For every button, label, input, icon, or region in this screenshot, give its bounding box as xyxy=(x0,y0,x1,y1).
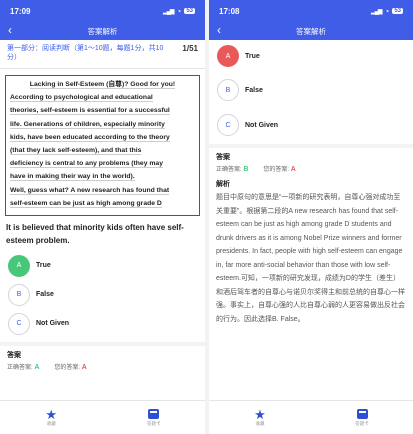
option-c[interactable]: C Not Given xyxy=(209,108,413,142)
passage-line: kids, have been educated according to th… xyxy=(10,133,170,142)
option-c[interactable]: C Not Given xyxy=(0,309,205,338)
reading-passage: Lacking in Self-Esteem (自尊)? Good for yo… xyxy=(5,75,200,216)
option-letter: A xyxy=(217,45,239,67)
page-title: 答案解析 xyxy=(87,26,118,36)
bottom-tab-bar: ★ 收藏 答题卡 xyxy=(0,400,205,434)
calculator-icon xyxy=(148,408,160,419)
question-counter: 1/51 xyxy=(182,44,198,53)
section-label: 第一部分：阅读判断（第1～10题，每题1分，共10分） xyxy=(7,45,164,61)
question-text: It is believed that minority kids often … xyxy=(6,223,184,245)
signal-icon: ▂▄▆ xyxy=(162,8,175,15)
tab-answer-card[interactable]: 答题卡 xyxy=(311,401,413,434)
option-text: Not Given xyxy=(36,320,70,327)
answer-row: 正确答案: B 您的答案: A xyxy=(216,166,296,173)
answer-block: 答案 正确答案: A 您的答案: A xyxy=(0,346,205,375)
left-screen: 17:09 ▂▄▆ ◔ 53 ‹ 答案解析 第一部分：阅读判断（第1～10题，每… xyxy=(0,0,205,434)
option-text: Not Given xyxy=(245,121,279,129)
option-text: False xyxy=(36,291,54,298)
correct-answer: A xyxy=(34,364,40,371)
tab-favorite[interactable]: ★ 收藏 xyxy=(209,401,311,434)
passage-line: have in making their way in the world). xyxy=(10,173,135,182)
option-a[interactable]: A True xyxy=(209,40,413,72)
option-b[interactable]: B False xyxy=(209,72,413,108)
answer-title: 答案 xyxy=(216,154,230,161)
back-icon[interactable]: ‹ xyxy=(217,23,221,37)
signal-icon: ▂▄▆ xyxy=(370,8,383,15)
option-letter: C xyxy=(217,114,239,136)
battery-icon: 53 xyxy=(392,8,403,14)
option-letter: B xyxy=(8,283,30,306)
correct-answer: B xyxy=(243,166,249,173)
answer-row: 正确答案: A 您的答案: A xyxy=(7,364,87,371)
status-bar: 17:09 ▂▄▆ ◔ 53 xyxy=(0,0,205,22)
answer-title: 答案 xyxy=(7,352,21,359)
your-answer: A xyxy=(290,166,296,173)
option-text: True xyxy=(245,52,260,60)
section-header: 第一部分：阅读判断（第1～10题，每题1分，共10分） 1/51 xyxy=(0,40,205,69)
page-title: 答案解析 xyxy=(296,26,326,36)
nav-bar: ‹ 答案解析 xyxy=(0,22,205,40)
option-text: True xyxy=(36,262,51,269)
answer-block: 答案 正确答案: B 您的答案: A xyxy=(209,148,413,177)
tab-answer-card[interactable]: 答题卡 xyxy=(103,401,206,434)
option-text: False xyxy=(245,86,263,94)
option-letter: B xyxy=(217,79,239,101)
star-icon: ★ xyxy=(254,407,266,422)
analysis-title: 解析 xyxy=(216,181,230,188)
passage-line: According to psychological and education… xyxy=(10,94,153,103)
passage-line: life. Generations of children, especiall… xyxy=(10,120,165,129)
wifi-icon: ◔ xyxy=(384,6,390,16)
back-icon[interactable]: ‹ xyxy=(8,23,12,37)
nav-bar: ‹ 答案解析 xyxy=(209,22,413,40)
star-icon: ★ xyxy=(45,407,58,422)
status-time: 17:08 xyxy=(219,6,240,16)
battery-icon: 53 xyxy=(184,8,195,14)
tab-favorite[interactable]: ★ 收藏 xyxy=(0,401,103,434)
passage-line: Lacking in Self-Esteem (自尊)? Good for yo… xyxy=(29,81,176,89)
status-bar: 17:08 ▂▄▆ ◔ 53 xyxy=(209,0,413,22)
right-screen: 17:08 ▂▄▆ ◔ 53 ‹ 答案解析 A True B False C N… xyxy=(209,0,413,434)
passage-line: deficiency is central to any problems (t… xyxy=(10,160,163,169)
option-letter: A xyxy=(8,254,30,277)
passage-line: Well, guess what? A new research has fou… xyxy=(10,186,170,195)
option-b[interactable]: B False xyxy=(0,280,205,309)
bottom-tab-bar: ★ 收藏 答题卡 xyxy=(209,400,413,434)
analysis-text: 题目中原句的意思是“一项新的研究表明，自尊心强对成功至关重要”。根据第二段的A … xyxy=(216,194,405,323)
passage-line: (that they lack self-esteem), and that t… xyxy=(10,147,142,156)
wifi-icon: ◔ xyxy=(176,6,182,16)
status-time: 17:09 xyxy=(10,6,31,16)
calculator-icon xyxy=(356,408,368,419)
option-letter: C xyxy=(8,312,30,335)
passage-line: theories, self-esteem is essential for a… xyxy=(10,107,170,116)
option-a[interactable]: A True xyxy=(0,251,205,280)
your-answer: A xyxy=(81,364,87,371)
passage-line: self-esteem can be just as high among gr… xyxy=(10,199,162,208)
